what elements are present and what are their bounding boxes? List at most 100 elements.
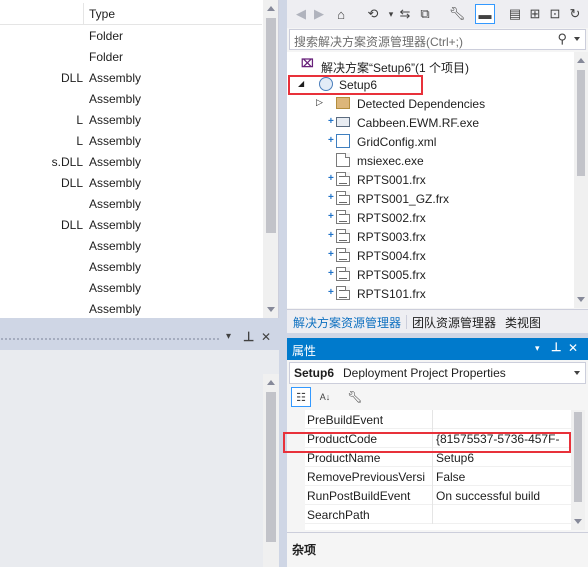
scroll-down-icon[interactable] [267,307,275,312]
alphabetical-icon[interactable]: A↓ [315,387,335,407]
column-header-type[interactable]: Type [89,7,115,21]
file-row[interactable]: Folder [0,26,262,47]
left-bottom-scrollbar[interactable] [263,374,279,567]
tree-item[interactable]: + Cabbeen.EWM.RF.exe [287,113,574,132]
tab-team-explorer[interactable]: 团队资源管理器 [412,314,496,331]
property-column-divider[interactable] [432,429,433,448]
tree-item[interactable]: ▷ Detected Dependencies [287,94,574,113]
column-divider[interactable] [83,3,84,25]
property-row[interactable]: ProductName Setup6 [305,448,571,467]
property-value[interactable]: On successful build [436,489,569,503]
file-row[interactable]: s.DLL Assembly [0,152,262,173]
file-name: L [76,134,83,148]
tree-item[interactable]: + RPTS001.frx [287,170,574,189]
properties-wrench-icon[interactable]: 🔧︎ [447,4,467,24]
collapsed-arrow-icon[interactable]: ▷ [316,97,323,108]
tree-item[interactable]: msiexec.exe [287,151,574,170]
tree-item-label: RPTS101.frx [357,287,426,301]
scroll-up-icon[interactable] [267,380,275,385]
solution-tree-scrollbar[interactable] [574,52,588,308]
property-value[interactable]: Setup6 [436,451,569,465]
collapse-all-icon[interactable]: ⧉ [415,4,435,24]
file-row[interactable]: DLL Assembly [0,68,262,89]
file-row[interactable]: DLL Assembly [0,215,262,236]
property-grid-scrollbar[interactable] [571,410,585,530]
preview-selected-icon[interactable]: ▬ [475,4,495,24]
file-row[interactable]: Assembly [0,194,262,215]
tree-item[interactable]: + GridConfig.xml [287,132,574,151]
window-position-dropdown-icon[interactable]: ▾ [535,343,540,354]
scrollbar-thumb[interactable] [577,70,585,176]
solution-search-box[interactable]: 搜索解决方案资源管理器(Ctrl+;) ⚲ [289,29,586,50]
scroll-down-icon[interactable] [574,519,582,524]
scrollbar-thumb[interactable] [574,412,582,502]
property-row[interactable]: PreBuildEvent [305,410,571,429]
tree-item[interactable]: + RPTS003.frx [287,227,574,246]
scroll-up-icon[interactable] [267,6,275,11]
search-options-dropdown-icon[interactable] [574,37,580,41]
property-row[interactable]: RunPostBuildEvent On successful build [305,486,571,505]
forward-icon[interactable]: ▶ [309,4,329,24]
refresh-icon[interactable]: ↻ [565,4,585,24]
sync-icon[interactable]: ⇆ [395,4,415,24]
file-row[interactable]: Folder [0,47,262,68]
property-value[interactable]: {81575537-5736-457F- [436,432,569,446]
tree-item[interactable]: + RPTS005.frx [287,265,574,284]
window-position-dropdown-icon[interactable]: ▾ [226,331,231,342]
tree-item[interactable]: + RPTS001_GZ.frx [287,189,574,208]
property-row[interactable]: RemovePreviousVersi False [305,467,571,486]
search-icon[interactable]: ⚲ [557,31,567,47]
categorized-icon[interactable]: ☷ [291,387,311,407]
scroll-down-icon[interactable] [577,297,585,302]
tree-row-project[interactable]: ◢ Setup6 [287,75,574,94]
close-icon[interactable]: ✕ [568,341,578,355]
file-row[interactable]: Assembly [0,236,262,257]
property-value[interactable]: False [436,470,569,484]
file-row[interactable]: L Assembly [0,110,262,131]
property-row[interactable]: SearchPath [305,505,571,524]
home-icon[interactable]: ⌂ [331,4,351,24]
file-row[interactable]: L Assembly [0,131,262,152]
object-dropdown-icon[interactable] [574,371,580,375]
object-selector[interactable]: Setup6 Deployment Project Properties [289,362,586,384]
file-row[interactable]: DLL Assembly [0,173,262,194]
property-column-divider[interactable] [432,486,433,505]
property-column-divider[interactable] [432,448,433,467]
property-column-divider[interactable] [432,505,433,524]
show-all-files-icon[interactable]: ▤ [505,4,525,24]
view-class-diagram-icon[interactable]: ⊡ [545,4,565,24]
history-icon[interactable]: ⟲ [363,4,383,24]
scroll-up-icon[interactable] [577,58,585,63]
auto-hide-pin-icon[interactable]: ⊥ [551,340,561,354]
solution-explorer-toolbar: ◀ ▶ ⌂ ⟲ ▾ ⇆ ⧉ 🔧︎ ▬ ▤ ⊞ ⊡ ↻ [287,0,588,28]
new-solution-folder-icon[interactable]: ⊞ [525,4,545,24]
frx-icon [336,172,350,186]
file-row[interactable]: Assembly [0,89,262,110]
tree-item[interactable]: + RPTS004.frx [287,246,574,265]
file-row[interactable]: Assembly [0,299,262,318]
property-row[interactable]: ProductCode {81575537-5736-457F- [305,429,571,448]
property-column-divider[interactable] [432,410,433,429]
tree-row-solution[interactable]: ⌧ 解决方案“Setup6”(1 个项目) [287,56,574,75]
tab-class-view[interactable]: 类视图 [505,314,541,331]
expanded-arrow-icon[interactable]: ◢ [298,79,304,88]
tree-item[interactable]: + RPTS101.frx [287,284,574,303]
auto-hide-pin-icon[interactable]: ⊥ [243,329,254,345]
file-name: s.DLL [51,155,83,169]
back-icon[interactable]: ◀ [291,4,311,24]
file-row[interactable]: Assembly [0,278,262,299]
property-column-divider[interactable] [432,467,433,486]
property-pages-wrench-icon[interactable]: 🔧︎ [345,387,365,407]
solution-explorer-panel: ◀ ▶ ⌂ ⟲ ▾ ⇆ ⧉ 🔧︎ ▬ ▤ ⊞ ⊡ ↻ 搜索解决方案资源管理器(C… [287,0,588,333]
scrollbar-thumb[interactable] [266,392,276,542]
file-list-scrollbar[interactable] [263,0,278,318]
file-row[interactable]: Assembly [0,257,262,278]
add-overlay-icon: + [328,230,334,241]
property-name: ProductName [307,451,381,465]
file-type: Assembly [89,197,142,211]
scrollbar-thumb[interactable] [266,18,276,233]
file-type: Assembly [89,176,142,190]
tree-item[interactable]: + RPTS002.frx [287,208,574,227]
tab-solution-explorer[interactable]: 解决方案资源管理器 [293,314,401,331]
close-icon[interactable]: ✕ [261,330,271,344]
